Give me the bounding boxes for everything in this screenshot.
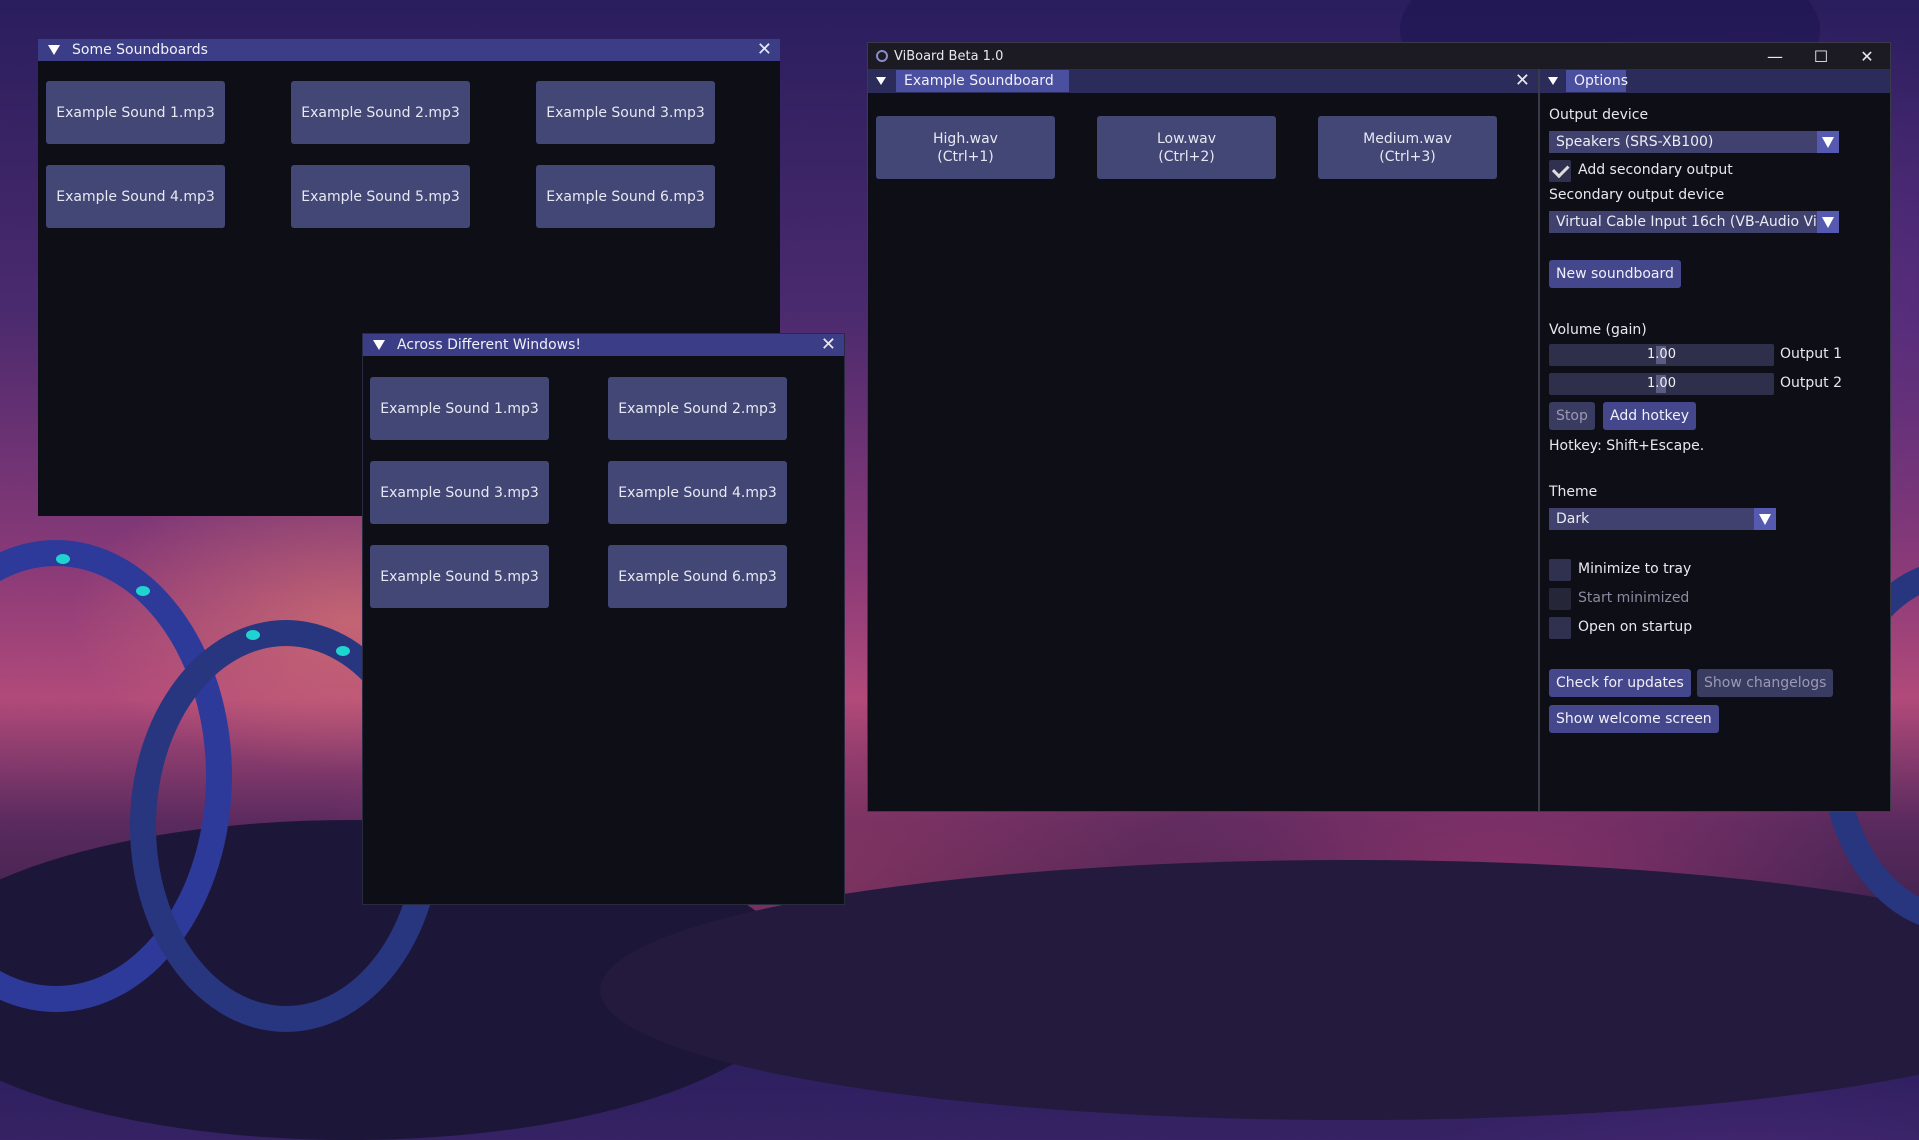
minimize-button[interactable]: — bbox=[1752, 43, 1798, 69]
open-startup-checkbox[interactable] bbox=[1549, 617, 1571, 639]
show-welcome-button[interactable]: Show welcome screen bbox=[1549, 705, 1719, 733]
soundboard-pane-bar: Example Soundboard ✕ bbox=[868, 69, 1538, 93]
options-pane-bar: Options bbox=[1540, 69, 1890, 93]
add-hotkey-button[interactable]: Add hotkey bbox=[1603, 402, 1696, 430]
sound-button[interactable]: Example Sound 4.mp3 bbox=[608, 461, 787, 524]
sound-button[interactable]: Example Sound 1.mp3 bbox=[46, 81, 225, 144]
add-secondary-label: Add secondary output bbox=[1578, 162, 1733, 178]
theme-label: Theme bbox=[1549, 484, 1598, 500]
secondary-device-value: Virtual Cable Input 16ch (VB-Audio Virt bbox=[1556, 214, 1828, 230]
chevron-down-icon[interactable] bbox=[1817, 131, 1839, 153]
chevron-down-icon[interactable] bbox=[1754, 508, 1776, 530]
start-minimized-checkbox[interactable] bbox=[1549, 588, 1571, 610]
window-title: Some Soundboards bbox=[72, 42, 208, 58]
start-minimized-label: Start minimized bbox=[1578, 590, 1690, 606]
chevron-down-icon[interactable] bbox=[1817, 211, 1839, 233]
sound-button[interactable]: Example Sound 3.mp3 bbox=[536, 81, 715, 144]
collapse-triangle-icon[interactable] bbox=[373, 340, 385, 350]
across-windows-window: Across Different Windows! ✕ Example Soun… bbox=[362, 333, 845, 905]
sound-button[interactable]: Example Sound 6.mp3 bbox=[608, 545, 787, 608]
tab-example-soundboard[interactable]: Example Soundboard bbox=[896, 70, 1069, 92]
new-soundboard-button[interactable]: New soundboard bbox=[1549, 260, 1681, 288]
theme-select[interactable]: Dark bbox=[1549, 508, 1776, 530]
theme-value: Dark bbox=[1556, 511, 1590, 527]
sound-button-medium[interactable]: Medium.wav (Ctrl+3) bbox=[1318, 116, 1497, 179]
sound-button[interactable]: Example Sound 6.mp3 bbox=[536, 165, 715, 228]
close-icon[interactable]: ✕ bbox=[821, 336, 836, 354]
add-secondary-checkbox[interactable] bbox=[1549, 160, 1571, 182]
output1-volume-slider[interactable]: 1.00 bbox=[1549, 344, 1774, 366]
collapse-triangle-icon[interactable] bbox=[1548, 77, 1558, 85]
open-startup-label: Open on startup bbox=[1578, 619, 1693, 635]
secondary-device-select[interactable]: Virtual Cable Input 16ch (VB-Audio Virt bbox=[1549, 211, 1839, 233]
secondary-device-label: Secondary output device bbox=[1549, 187, 1725, 203]
output2-label: Output 2 bbox=[1780, 375, 1842, 391]
sound-button[interactable]: Example Sound 5.mp3 bbox=[291, 165, 470, 228]
stop-button[interactable]: Stop bbox=[1549, 402, 1595, 430]
sound-button[interactable]: Example Sound 2.mp3 bbox=[291, 81, 470, 144]
app-logo-icon bbox=[876, 50, 888, 62]
output2-value: 1.00 bbox=[1647, 376, 1676, 391]
output2-volume-slider[interactable]: 1.00 bbox=[1549, 373, 1774, 395]
close-icon[interactable]: ✕ bbox=[1515, 72, 1530, 90]
maximize-button[interactable]: ☐ bbox=[1798, 43, 1844, 69]
collapse-triangle-icon[interactable] bbox=[876, 77, 886, 85]
sound-label: Medium.wav (Ctrl+3) bbox=[1363, 130, 1452, 165]
sound-button[interactable]: Example Sound 3.mp3 bbox=[370, 461, 549, 524]
sound-button-high[interactable]: High.wav (Ctrl+1) bbox=[876, 116, 1055, 179]
app-titlebar[interactable]: ViBoard Beta 1.0 bbox=[868, 43, 1890, 69]
sound-button[interactable]: Example Sound 5.mp3 bbox=[370, 545, 549, 608]
tab-options[interactable]: Options bbox=[1566, 70, 1628, 92]
output1-value: 1.00 bbox=[1647, 347, 1676, 362]
hotkey-text: Hotkey: Shift+Escape. bbox=[1549, 438, 1705, 454]
volume-label: Volume (gain) bbox=[1549, 322, 1647, 338]
collapse-triangle-icon[interactable] bbox=[48, 45, 60, 55]
sound-button[interactable]: Example Sound 1.mp3 bbox=[370, 377, 549, 440]
window-title: Across Different Windows! bbox=[397, 337, 581, 353]
sound-label: Low.wav (Ctrl+2) bbox=[1156, 130, 1217, 165]
sound-button[interactable]: Example Sound 4.mp3 bbox=[46, 165, 225, 228]
check-updates-button[interactable]: Check for updates bbox=[1549, 669, 1691, 697]
minimize-tray-checkbox[interactable] bbox=[1549, 559, 1571, 581]
show-changelogs-button[interactable]: Show changelogs bbox=[1697, 669, 1834, 697]
output1-label: Output 1 bbox=[1780, 346, 1842, 362]
viboard-app-window: ViBoard Beta 1.0 — ☐ ✕ Example Soundboar… bbox=[867, 42, 1891, 812]
sound-button[interactable]: Example Sound 2.mp3 bbox=[608, 377, 787, 440]
sound-button-low[interactable]: Low.wav (Ctrl+2) bbox=[1097, 116, 1276, 179]
check-icon bbox=[1551, 160, 1570, 178]
sound-label: High.wav (Ctrl+1) bbox=[933, 130, 998, 165]
app-title: ViBoard Beta 1.0 bbox=[894, 48, 1004, 64]
close-button[interactable]: ✕ bbox=[1844, 43, 1890, 69]
soundboards-titlebar[interactable]: Some Soundboards ✕ bbox=[38, 39, 780, 61]
minimize-tray-label: Minimize to tray bbox=[1578, 561, 1692, 577]
output-device-value: Speakers (SRS-XB100) bbox=[1556, 134, 1714, 150]
close-icon[interactable]: ✕ bbox=[757, 41, 772, 59]
output-device-label: Output device bbox=[1549, 107, 1649, 123]
across-titlebar[interactable]: Across Different Windows! ✕ bbox=[363, 334, 844, 356]
pane-divider[interactable] bbox=[1538, 69, 1540, 811]
output-device-select[interactable]: Speakers (SRS-XB100) bbox=[1549, 131, 1839, 153]
